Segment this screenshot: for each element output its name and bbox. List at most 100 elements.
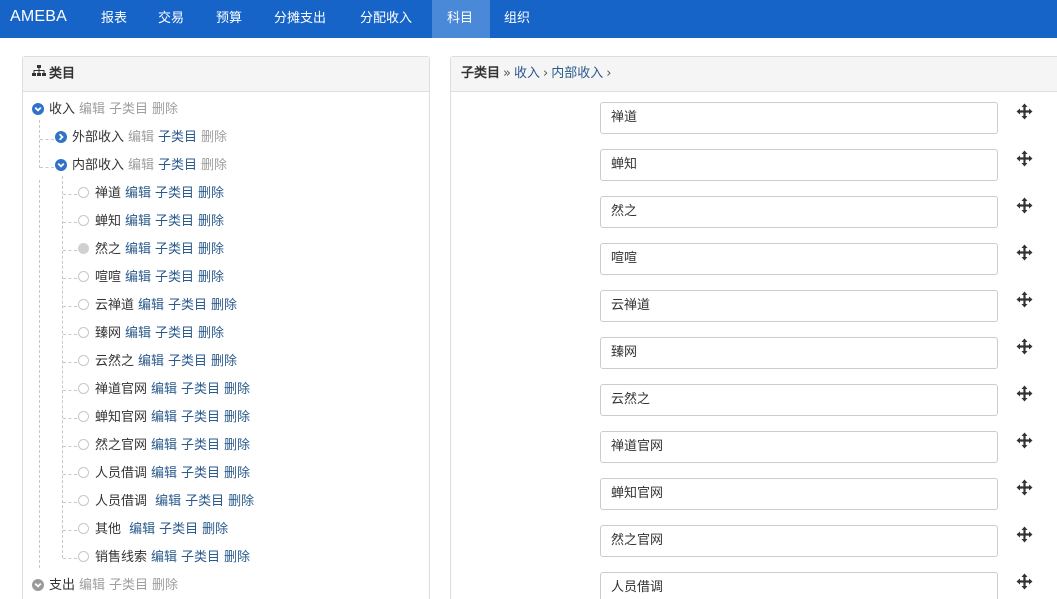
delete-link[interactable]: 删除: [202, 522, 228, 537]
nav-subjects[interactable]: 科目: [432, 0, 490, 38]
tree-node-internal-income[interactable]: 内部收入 编辑 子类目 删除: [55, 156, 227, 176]
drag-handle-icon[interactable]: [1016, 244, 1033, 261]
tree-node-child[interactable]: 蝉知 编辑 子类目 删除: [78, 212, 224, 232]
edit-link[interactable]: 编辑: [138, 298, 164, 313]
nav-allocated-expense[interactable]: 分摊支出: [260, 0, 340, 38]
tree-node-external-income[interactable]: 外部收入 编辑 子类目 删除: [55, 128, 227, 148]
edit-link[interactable]: 编辑: [129, 522, 155, 537]
delete-link[interactable]: 删除: [201, 158, 227, 173]
edit-link[interactable]: 编辑: [79, 578, 105, 593]
subcategory-link[interactable]: 子类目: [159, 522, 198, 537]
drag-handle-icon[interactable]: [1016, 103, 1033, 120]
chevron-right-icon[interactable]: [55, 130, 67, 143]
delete-link[interactable]: 删除: [152, 578, 178, 593]
tree-node-child[interactable]: 人员借调 编辑 子类目 删除: [78, 464, 250, 484]
delete-link[interactable]: 删除: [224, 466, 250, 481]
edit-link[interactable]: 编辑: [125, 326, 151, 341]
edit-link[interactable]: 编辑: [128, 158, 154, 173]
subcategory-name-input[interactable]: 臻网: [600, 337, 998, 369]
subcategory-link[interactable]: 子类目: [155, 326, 194, 341]
breadcrumb-internal-income-link[interactable]: 内部收入: [551, 66, 603, 81]
subcategory-link[interactable]: 子类目: [155, 186, 194, 201]
delete-link[interactable]: 删除: [152, 102, 178, 117]
subcategory-name-input[interactable]: 然之官网: [600, 525, 998, 557]
subcategory-link[interactable]: 子类目: [181, 438, 220, 453]
nav-reports[interactable]: 报表: [87, 0, 141, 38]
drag-handle-icon[interactable]: [1016, 526, 1033, 543]
tree-node-child[interactable]: 禅道官网 编辑 子类目 删除: [78, 380, 250, 400]
subcategory-link[interactable]: 子类目: [168, 354, 207, 369]
subcategory-link[interactable]: 子类目: [181, 466, 220, 481]
drag-handle-icon[interactable]: [1016, 197, 1033, 214]
drag-handle-icon[interactable]: [1016, 479, 1033, 496]
subcategory-link[interactable]: 子类目: [181, 382, 220, 397]
nav-organization[interactable]: 组织: [490, 0, 544, 38]
brand-logo[interactable]: AMEBA: [10, 8, 67, 26]
nav-transactions[interactable]: 交易: [144, 0, 198, 38]
drag-handle-icon[interactable]: [1016, 150, 1033, 167]
subcategory-name-input[interactable]: 人员借调: [600, 572, 998, 599]
delete-link[interactable]: 删除: [211, 298, 237, 313]
tree-node-child[interactable]: 臻网 编辑 子类目 删除: [78, 324, 224, 344]
subcategory-name-input[interactable]: 云然之: [600, 384, 998, 416]
delete-link[interactable]: 删除: [198, 186, 224, 201]
tree-node-child[interactable]: 其他 编辑 子类目 删除: [78, 520, 228, 540]
edit-link[interactable]: 编辑: [151, 410, 177, 425]
subcategory-link[interactable]: 子类目: [109, 578, 148, 593]
delete-link[interactable]: 删除: [211, 354, 237, 369]
edit-link[interactable]: 编辑: [155, 494, 181, 509]
subcategory-name-input[interactable]: 喧喧: [600, 243, 998, 275]
delete-link[interactable]: 删除: [198, 326, 224, 341]
tree-node-expense[interactable]: 支出 编辑 子类目 删除: [32, 576, 178, 596]
chevron-down-icon[interactable]: [55, 158, 67, 171]
delete-link[interactable]: 删除: [224, 382, 250, 397]
tree-node-child[interactable]: 然之 编辑 子类目 删除: [78, 240, 224, 260]
subcategory-name-input[interactable]: 禅道: [600, 102, 998, 134]
drag-handle-icon[interactable]: [1016, 291, 1033, 308]
delete-link[interactable]: 删除: [198, 270, 224, 285]
tree-node-child[interactable]: 人员借调 编辑 子类目 删除: [78, 492, 254, 512]
delete-link[interactable]: 删除: [224, 410, 250, 425]
edit-link[interactable]: 编辑: [79, 102, 105, 117]
edit-link[interactable]: 编辑: [151, 382, 177, 397]
tree-node-child[interactable]: 云禅道 编辑 子类目 删除: [78, 296, 237, 316]
edit-link[interactable]: 编辑: [151, 550, 177, 565]
subcategory-link[interactable]: 子类目: [109, 102, 148, 117]
subcategory-link[interactable]: 子类目: [168, 298, 207, 313]
tree-node-child[interactable]: 禅道 编辑 子类目 删除: [78, 184, 224, 204]
subcategory-name-input[interactable]: 然之: [600, 196, 998, 228]
subcategory-name-input[interactable]: 蝉知官网: [600, 478, 998, 510]
delete-link[interactable]: 删除: [198, 214, 224, 229]
subcategory-name-input[interactable]: 蝉知: [600, 149, 998, 181]
tree-node-income[interactable]: 收入 编辑 子类目 删除: [32, 100, 178, 120]
tree-node-child[interactable]: 销售线索 编辑 子类目 删除: [78, 548, 250, 568]
drag-handle-icon[interactable]: [1016, 338, 1033, 355]
edit-link[interactable]: 编辑: [151, 466, 177, 481]
edit-link[interactable]: 编辑: [151, 438, 177, 453]
edit-link[interactable]: 编辑: [125, 270, 151, 285]
edit-link[interactable]: 编辑: [125, 242, 151, 257]
tree-node-child[interactable]: 然之官网 编辑 子类目 删除: [78, 436, 250, 456]
breadcrumb-income-link[interactable]: 收入: [514, 66, 540, 81]
delete-link[interactable]: 删除: [198, 242, 224, 257]
chevron-down-icon[interactable]: [32, 102, 44, 115]
edit-link[interactable]: 编辑: [125, 186, 151, 201]
subcategory-link[interactable]: 子类目: [158, 158, 197, 173]
drag-handle-icon[interactable]: [1016, 385, 1033, 402]
chevron-down-icon[interactable]: [32, 578, 44, 591]
subcategory-name-input[interactable]: 云禅道: [600, 290, 998, 322]
subcategory-link[interactable]: 子类目: [155, 214, 194, 229]
tree-node-child[interactable]: 云然之 编辑 子类目 删除: [78, 352, 237, 372]
edit-link[interactable]: 编辑: [125, 214, 151, 229]
subcategory-link[interactable]: 子类目: [181, 550, 220, 565]
subcategory-name-input[interactable]: 禅道官网: [600, 431, 998, 463]
subcategory-link[interactable]: 子类目: [181, 410, 220, 425]
subcategory-link[interactable]: 子类目: [158, 130, 197, 145]
tree-node-child[interactable]: 蝉知官网 编辑 子类目 删除: [78, 408, 250, 428]
drag-handle-icon[interactable]: [1016, 432, 1033, 449]
drag-handle-icon[interactable]: [1016, 573, 1033, 590]
subcategory-link[interactable]: 子类目: [155, 242, 194, 257]
tree-node-child[interactable]: 喧喧 编辑 子类目 删除: [78, 268, 224, 288]
subcategory-link[interactable]: 子类目: [155, 270, 194, 285]
delete-link[interactable]: 删除: [224, 550, 250, 565]
